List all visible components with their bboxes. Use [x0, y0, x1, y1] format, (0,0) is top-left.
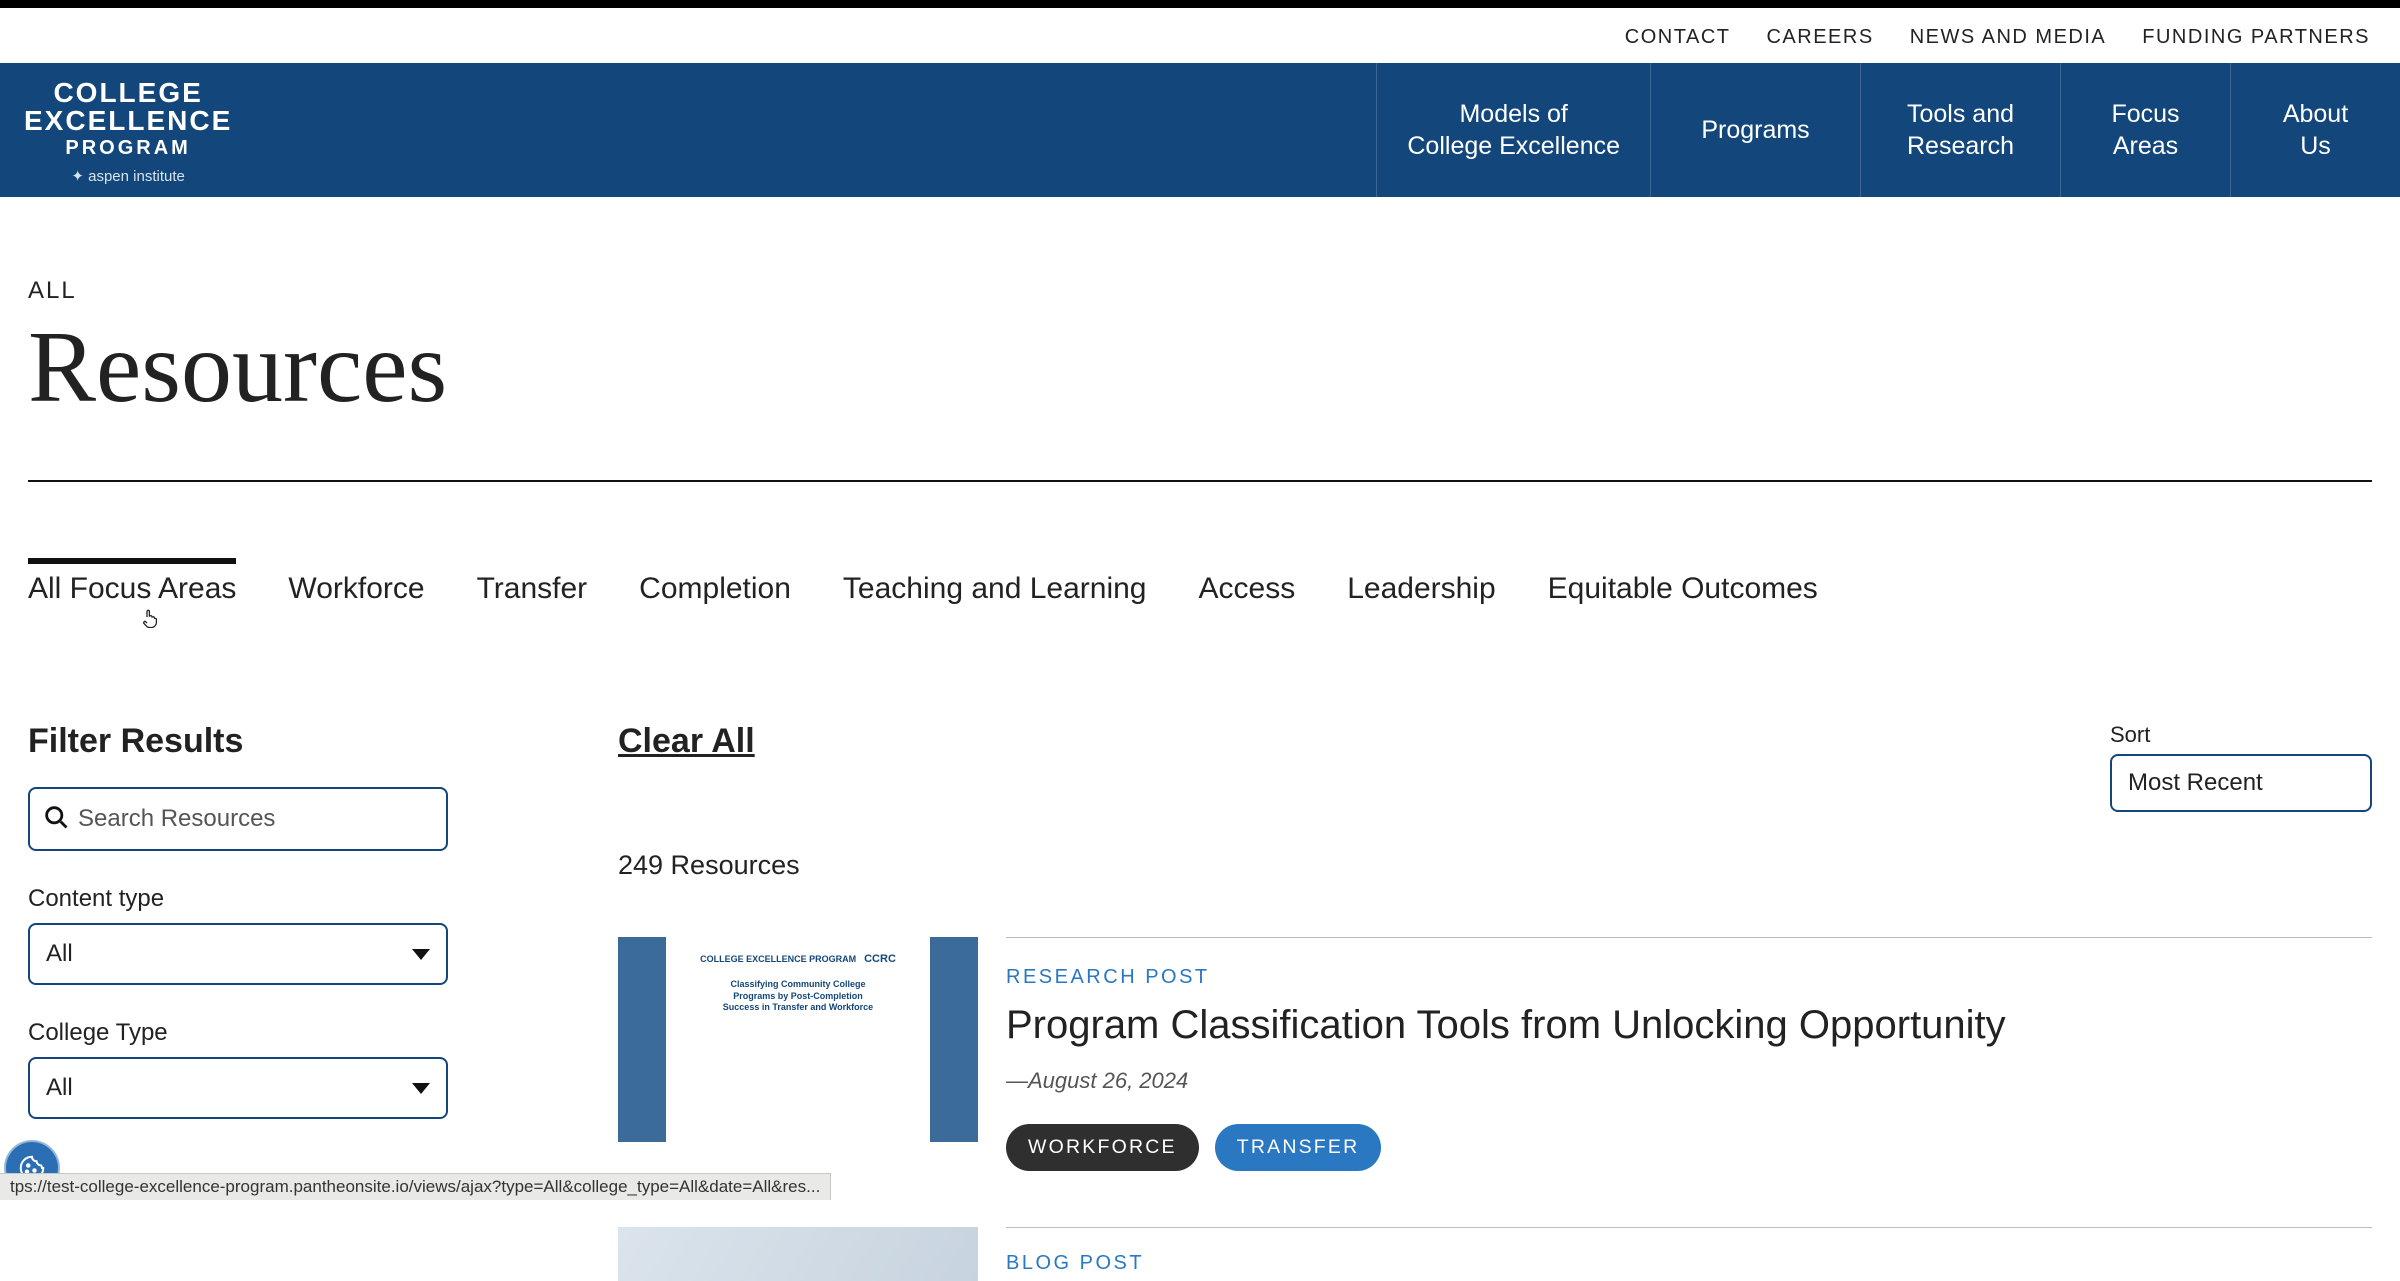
thumb-brand: COLLEGE EXCELLENCE PROGRAM [700, 955, 856, 964]
nav-focus-areas[interactable]: Focus Areas [2060, 63, 2230, 197]
filters-heading: Filter Results [28, 722, 448, 761]
thumb-text: Programs by Post-Completion [733, 991, 863, 1003]
result-date: —August 26, 2024 [1006, 1068, 2372, 1094]
clear-all-button[interactable]: Clear All [618, 722, 755, 761]
tab-completion[interactable]: Completion [639, 558, 791, 606]
browser-status-bar: tps://test-college-excellence-program.pa… [0, 1173, 831, 1200]
college-type-label: College Type [28, 1019, 448, 1047]
utility-nav: CONTACT CAREERS NEWS AND MEDIA FUNDING P… [0, 8, 2400, 63]
chevron-down-icon [412, 949, 430, 960]
result-tags: WORKFORCE TRANSFER [1006, 1124, 2372, 1171]
result-thumbnail: COLLEGE EXCELLENCE PROGRAM CCRC Classify… [618, 937, 978, 1142]
tag-workforce[interactable]: WORKFORCE [1006, 1124, 1199, 1171]
search-input[interactable] [78, 805, 434, 833]
search-input-wrap[interactable] [28, 787, 448, 851]
college-type-select[interactable]: All [28, 1057, 448, 1119]
tab-all-focus-areas[interactable]: All Focus Areas [28, 558, 236, 606]
thumb-text: Success in Transfer and Workforce [723, 1002, 873, 1014]
sort-label: Sort [2110, 722, 2150, 748]
result-title: Program Classification Tools from Unlock… [1006, 1003, 2372, 1048]
nav-tools-research[interactable]: Tools and Research [1860, 63, 2060, 197]
logo-line: EXCELLENCE [24, 107, 232, 135]
result-card[interactable]: COLLEGE EXCELLENCE PROGRAM CCRC Classify… [618, 937, 2372, 1171]
result-card[interactable]: BLOG POST [618, 1227, 2372, 1281]
site-logo[interactable]: COLLEGE EXCELLENCE PROGRAM ✦ aspen insti… [0, 63, 250, 197]
utility-link-careers[interactable]: CAREERS [1766, 26, 1873, 49]
tab-equitable-outcomes[interactable]: Equitable Outcomes [1548, 558, 1818, 606]
content-type-label: Content type [28, 885, 448, 913]
tab-transfer[interactable]: Transfer [477, 558, 588, 606]
results-count: 249 Resources [618, 850, 2372, 881]
search-icon [42, 803, 70, 836]
sort-select[interactable]: Most Recent [2110, 754, 2372, 812]
utility-link-funding[interactable]: FUNDING PARTNERS [2142, 26, 2370, 49]
select-value: Most Recent [2128, 769, 2263, 797]
main-nav: COLLEGE EXCELLENCE PROGRAM ✦ aspen insti… [0, 63, 2400, 197]
chevron-down-icon [412, 1083, 430, 1094]
result-thumbnail [618, 1227, 978, 1281]
divider [28, 480, 2372, 482]
logo-line: PROGRAM [24, 135, 232, 161]
page-title: Resources [28, 309, 2372, 426]
window-top-strip [0, 0, 2400, 8]
cursor-hand-icon [142, 608, 158, 633]
content-type-select[interactable]: All [28, 923, 448, 985]
nav-about-us[interactable]: About Us [2230, 63, 2400, 197]
utility-link-news[interactable]: NEWS AND MEDIA [1910, 26, 2107, 49]
tab-workforce[interactable]: Workforce [288, 558, 424, 606]
logo-subtitle: ✦ aspen institute [24, 167, 232, 185]
logo-line: COLLEGE [24, 79, 232, 107]
thumb-text: Classifying Community College [730, 979, 865, 991]
nav-models[interactable]: Models of College Excellence [1376, 63, 1650, 197]
page-eyebrow: ALL [28, 277, 2372, 305]
select-value: All [46, 940, 73, 968]
tab-access[interactable]: Access [1199, 558, 1296, 606]
tab-leadership[interactable]: Leadership [1347, 558, 1495, 606]
thumb-brand: CCRC [864, 953, 896, 965]
result-kicker: BLOG POST [1006, 1252, 2372, 1275]
select-value: All [46, 1074, 73, 1102]
tab-label: All Focus Areas [28, 572, 236, 605]
result-kicker: RESEARCH POST [1006, 966, 2372, 989]
results-area: Clear All Sort Most Recent 249 Resources [618, 722, 2372, 1281]
nav-programs[interactable]: Programs [1650, 63, 1860, 197]
tag-transfer[interactable]: TRANSFER [1215, 1124, 1382, 1171]
tab-teaching-learning[interactable]: Teaching and Learning [843, 558, 1147, 606]
focus-area-tabs: All Focus Areas Workforce Transfer Compl… [28, 558, 2372, 606]
utility-link-contact[interactable]: CONTACT [1625, 26, 1731, 49]
